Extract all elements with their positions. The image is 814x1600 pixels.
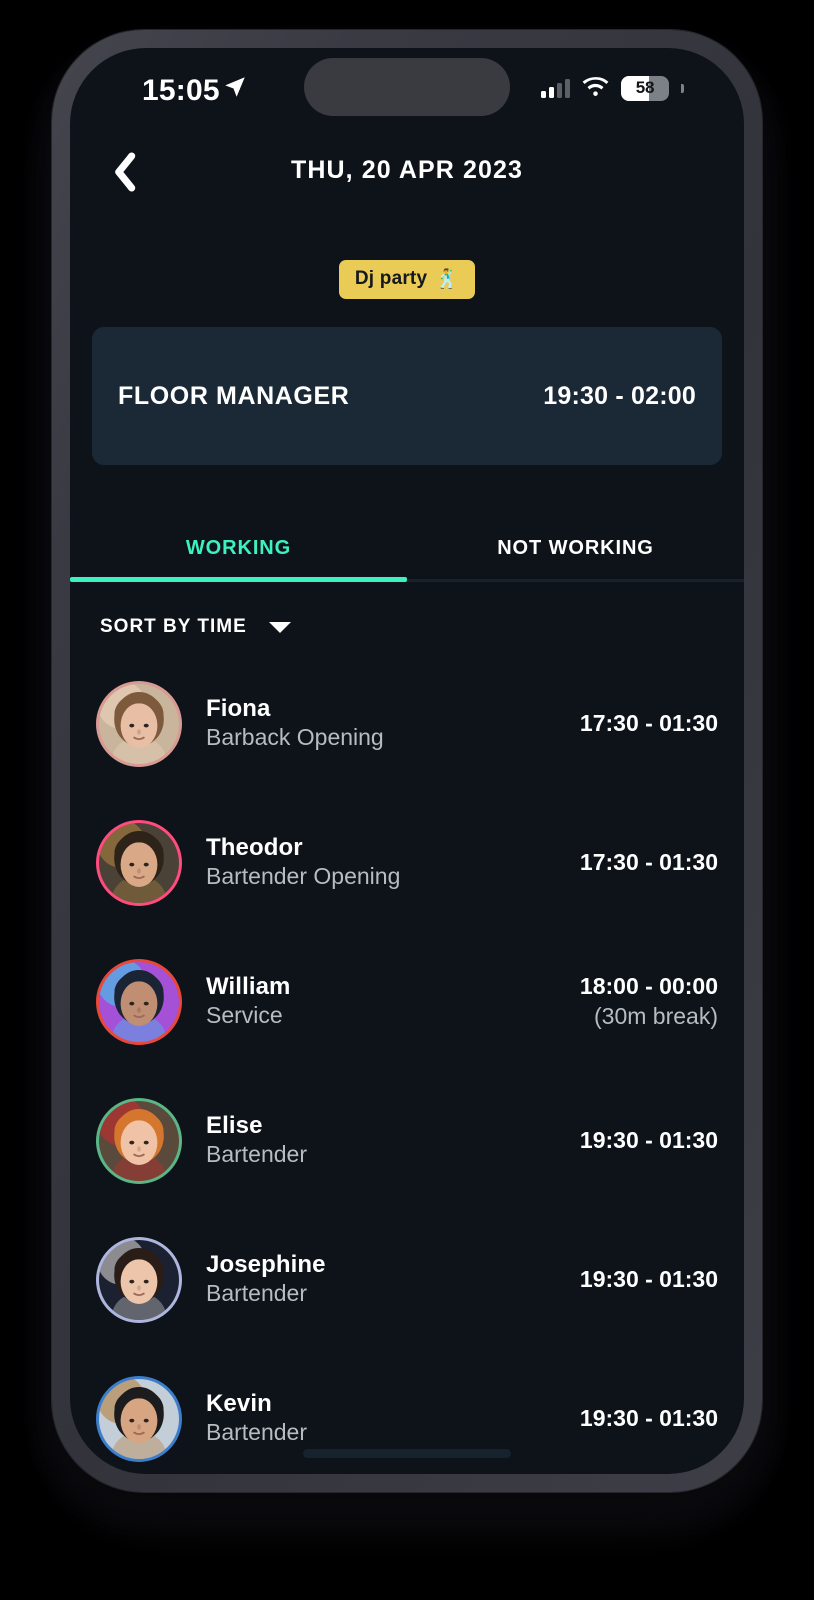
avatar-ring [96, 819, 182, 906]
person-shift-times: 19:30 - 01:30 [570, 1404, 718, 1434]
avatar-ring [96, 1097, 182, 1184]
person-shift-times: 18:00 - 00:00 (30m break) [570, 972, 718, 1032]
cellular-signal-icon [541, 78, 570, 98]
event-tag-label: Dj party [354, 268, 428, 289]
person-info: William Service [206, 972, 570, 1031]
person-shift-times: 19:30 - 01:30 [570, 1126, 718, 1156]
person-shift-time: 19:30 - 01:30 [579, 1126, 718, 1153]
status-bar: 15:05 58 [70, 48, 744, 134]
person-role: Bartender [206, 1280, 308, 1307]
tab-active-indicator [70, 577, 407, 582]
people-list: Fiona Barback Opening 17:30 - 01:30 Theodor… [70, 638, 744, 1474]
person-row[interactable]: Josephine Bartender 19:30 - 01:30 [70, 1210, 744, 1349]
person-role: Barback Opening [206, 724, 384, 751]
role-card[interactable]: FLOOR MANAGER 19:30 - 02:00 [92, 327, 722, 465]
status-time: 15:05 [142, 74, 220, 107]
role-card-time: 19:30 - 02:00 [543, 381, 696, 410]
person-role: Bartender [206, 1141, 308, 1168]
person-name: Elise [206, 1112, 263, 1140]
avatar [99, 822, 179, 903]
dancer-emoji-icon: 🕺 [435, 269, 460, 290]
role-card-title: FLOOR MANAGER [118, 381, 350, 410]
location-arrow-icon [225, 77, 245, 97]
person-row[interactable]: Theodor Bartender Opening 17:30 - 01:30 [70, 793, 744, 932]
person-shift-times: 19:30 - 01:30 [570, 1265, 718, 1295]
person-name: Fiona [206, 695, 271, 723]
avatar [99, 683, 179, 764]
person-info: Elise Bartender [206, 1111, 570, 1170]
battery-icon: 58 [621, 75, 669, 101]
sort-control[interactable]: SORT BY TIME [70, 582, 744, 638]
caret-down-icon [268, 621, 291, 633]
avatar-ring [96, 1236, 182, 1323]
page-title: THU, 20 APR 2023 [290, 156, 524, 184]
sort-label: SORT BY TIME [100, 616, 247, 637]
person-info: Kevin Bartender [206, 1389, 570, 1448]
avatar [99, 1100, 179, 1181]
person-row[interactable]: Elise Bartender 19:30 - 01:30 [70, 1071, 744, 1210]
avatar [99, 1378, 179, 1459]
person-row[interactable]: Fiona Barback Opening 17:30 - 01:30 [70, 654, 744, 793]
avatar [99, 961, 179, 1042]
tab-working[interactable]: WORKING [70, 537, 407, 582]
tab-bar: WORKING NOT WORKING [70, 537, 744, 582]
person-role: Service [206, 1002, 283, 1029]
tab-not-working[interactable]: NOT WORKING [407, 537, 744, 582]
person-shift-time: 18:00 - 00:00 [579, 972, 718, 999]
person-name: Josephine [206, 1251, 326, 1279]
status-indicators: 58 [541, 74, 684, 102]
person-name: Kevin [206, 1390, 272, 1418]
person-shift-time: 17:30 - 01:30 [579, 848, 718, 875]
person-role: Bartender [206, 1419, 308, 1446]
person-shift-times: 17:30 - 01:30 [570, 848, 718, 878]
avatar [99, 1239, 179, 1320]
person-break-note: (30m break) [594, 1002, 718, 1029]
person-info: Josephine Bartender [206, 1250, 570, 1309]
wifi-icon [582, 77, 609, 96]
dynamic-island [304, 58, 510, 116]
person-shift-time: 17:30 - 01:30 [579, 709, 718, 736]
person-shift-time: 19:30 - 01:30 [579, 1404, 718, 1431]
person-info: Fiona Barback Opening [206, 694, 570, 753]
nav-bar: THU, 20 APR 2023 [70, 134, 744, 212]
event-tag-chip[interactable]: Dj party 🕺 [338, 260, 476, 299]
person-info: Theodor Bartender Opening [206, 833, 570, 892]
battery-level-text: 58 [635, 78, 655, 97]
avatar-ring [96, 1375, 182, 1462]
person-row[interactable]: William Service 18:00 - 00:00 (30m break) [70, 932, 744, 1071]
person-shift-times: 17:30 - 01:30 [570, 709, 718, 739]
battery-cap [681, 83, 684, 93]
person-role: Bartender Opening [206, 863, 401, 890]
event-tag-row: Dj party 🕺 [70, 260, 744, 299]
person-shift-time: 19:30 - 01:30 [579, 1265, 718, 1292]
person-name: Theodor [206, 834, 303, 862]
avatar-ring [96, 958, 182, 1045]
home-indicator [303, 1449, 511, 1458]
person-name: William [206, 973, 291, 1001]
phone-screen: 15:05 58 THU, 20 APR 2023 Dj party 🕺 FLO… [70, 48, 744, 1474]
screenshot-stage: 15:05 58 THU, 20 APR 2023 Dj party 🕺 FLO… [0, 0, 814, 1600]
avatar-ring [96, 680, 182, 767]
